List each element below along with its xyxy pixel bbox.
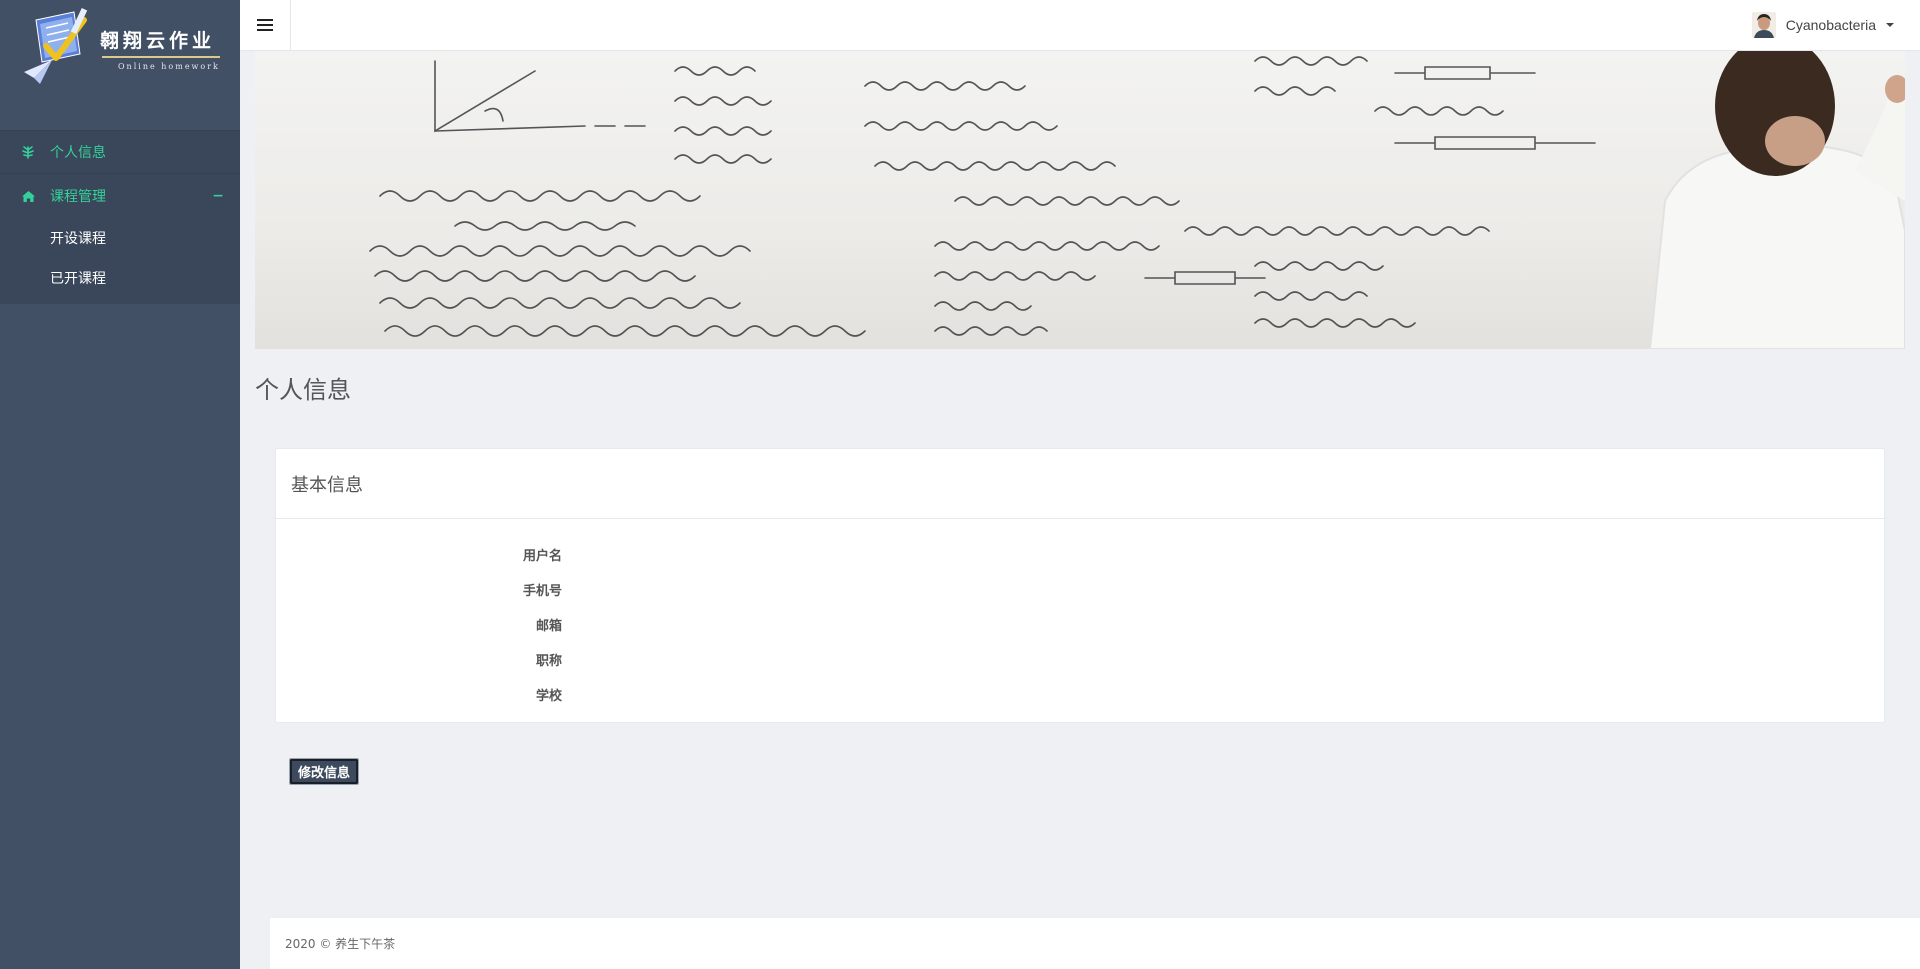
sidebar-item-open-course[interactable]: 开设课程: [0, 218, 240, 258]
user-menu[interactable]: Cyanobacteria: [1751, 12, 1894, 38]
course-submenu: 开设课程 已开课程: [0, 218, 240, 304]
username-label: 用户名: [522, 549, 562, 564]
info-row-phone: 手机号: [276, 574, 1884, 609]
user-name: Cyanobacteria: [1785, 17, 1876, 33]
edit-info-button[interactable]: 修改信息: [288, 758, 360, 785]
info-row-school: 学校: [276, 679, 1884, 714]
brand-title: 翱翔云作业: [100, 30, 216, 52]
sidebar-item-opened-courses[interactable]: 已开课程: [0, 258, 240, 298]
sidebar-item-course-management[interactable]: 课程管理 −: [0, 174, 240, 218]
job-title-label: 职称: [535, 654, 562, 669]
home-icon: [20, 188, 36, 204]
info-list: 用户名 手机号 邮箱 职称 学校: [276, 519, 1884, 714]
page-title: 个人信息: [255, 376, 351, 404]
footer-copyright: 2020 © 养生下午茶: [285, 937, 396, 951]
caret-down-icon: [1886, 23, 1894, 27]
collapse-icon[interactable]: −: [212, 188, 224, 204]
sidebar-item-profile[interactable]: 个人信息: [0, 130, 240, 174]
topbar: Cyanobacteria: [240, 0, 1920, 51]
brand-divider: [102, 56, 220, 58]
avatar: [1751, 12, 1776, 38]
basic-info-card: 基本信息 用户名 手机号 邮箱 职称 学校: [275, 448, 1885, 723]
card-header: 基本信息: [276, 449, 1884, 519]
footer: 2020 © 养生下午茶: [270, 918, 1920, 969]
info-row-username: 用户名: [276, 539, 1884, 574]
brand-text: 翱翔云作业 Online homework: [100, 26, 220, 71]
email-label: 邮箱: [535, 619, 562, 634]
sidebar-item-label: 课程管理: [50, 189, 106, 205]
hamburger-icon[interactable]: [240, 0, 291, 50]
phone-label: 手机号: [522, 584, 562, 599]
brand-subtitle: Online homework: [118, 62, 220, 71]
sidebar: 翱翔云作业 Online homework 个人信息 课程管理 − 开设课程 已…: [0, 0, 240, 969]
info-row-title: 职称: [276, 644, 1884, 679]
sidebar-item-label: 个人信息: [50, 145, 106, 161]
info-row-email: 邮箱: [276, 609, 1884, 644]
logo-icon: [22, 6, 102, 86]
leaf-icon: [20, 144, 36, 160]
school-label: 学校: [535, 689, 562, 704]
banner-image: [255, 51, 1905, 349]
brand[interactable]: 翱翔云作业 Online homework: [0, 0, 240, 130]
